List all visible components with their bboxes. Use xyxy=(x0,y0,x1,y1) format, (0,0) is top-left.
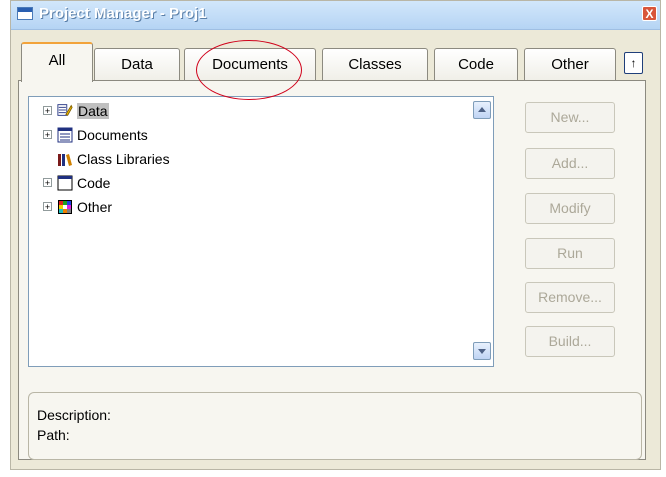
tree-item-label: Other xyxy=(77,199,113,215)
class-libraries-icon xyxy=(58,154,72,166)
window-icon xyxy=(17,7,33,20)
tree-item-label: Class Libraries xyxy=(77,151,170,167)
expand-icon[interactable]: + xyxy=(43,202,52,212)
tab-code[interactable]: Code xyxy=(434,48,518,80)
modify-button[interactable]: Modify xyxy=(525,193,615,224)
tab-other[interactable]: Other xyxy=(524,48,616,80)
tree-item-label: Documents xyxy=(77,127,148,143)
scroll-down-button[interactable] xyxy=(473,342,491,360)
tab-all[interactable]: All xyxy=(21,42,93,82)
add-button[interactable]: Add... xyxy=(525,148,615,179)
arrow-down-icon xyxy=(478,349,486,354)
annotation-circle xyxy=(196,40,302,100)
path-label: Path: xyxy=(37,427,70,443)
code-icon xyxy=(57,175,73,191)
scroll-up-button[interactable] xyxy=(473,101,491,119)
remove-button[interactable]: Remove... xyxy=(525,282,615,313)
tab-classes[interactable]: Classes xyxy=(322,48,428,80)
build-button[interactable]: Build... xyxy=(525,326,615,357)
tree-item-label: Code xyxy=(77,175,111,191)
run-button[interactable]: Run xyxy=(525,238,615,269)
documents-icon xyxy=(57,127,73,143)
expand-icon[interactable]: + xyxy=(43,130,52,140)
expand-icon[interactable]: + xyxy=(43,106,52,116)
close-button[interactable]: X xyxy=(642,6,657,21)
data-icon xyxy=(57,104,73,116)
tree-item-label: Data xyxy=(77,103,109,119)
arrow-up-icon xyxy=(478,107,486,112)
pin-button[interactable]: ↑ xyxy=(624,52,643,74)
other-icon xyxy=(58,200,72,214)
window-title: Project Manager - Proj1 xyxy=(39,5,207,22)
title-bar[interactable]: Project Manager - Proj1 X xyxy=(11,1,660,30)
new-button[interactable]: New... xyxy=(525,102,615,133)
expand-icon[interactable]: + xyxy=(43,178,52,188)
project-tree[interactable]: + Data + Documents Class Libraries + Cod… xyxy=(28,96,494,367)
tab-data[interactable]: Data xyxy=(94,48,180,80)
description-label: Description: xyxy=(37,407,111,423)
description-box: Description: Path: xyxy=(28,392,642,460)
